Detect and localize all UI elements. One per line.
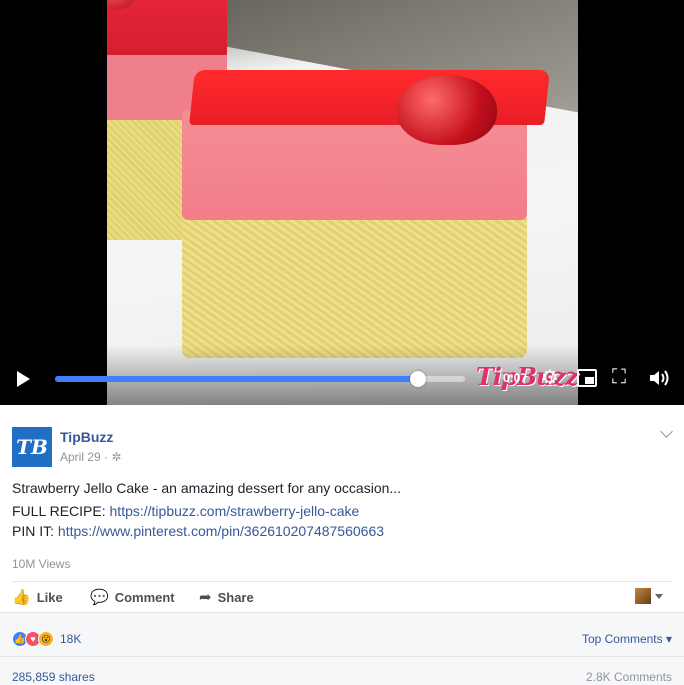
fullscreen-icon[interactable]: ⛶: [612, 367, 626, 387]
shares-count[interactable]: 285,859 shares: [12, 670, 95, 684]
progress-track[interactable]: [55, 371, 465, 387]
avatar[interactable]: TB: [12, 427, 52, 467]
views-count: 10M Views: [12, 557, 71, 571]
globe-icon: ✲: [111, 450, 122, 464]
wow-reaction-icon: 😮: [38, 631, 54, 647]
cake-slice-front: [182, 70, 552, 365]
current-time: 0:07: [503, 371, 528, 385]
thumbs-up-icon: 👍: [12, 589, 31, 606]
page-name-link[interactable]: TipBuzz: [60, 429, 113, 445]
share-arrow-icon: ➦: [199, 589, 212, 606]
comment-sort-dropdown[interactable]: Top Comments ▾: [582, 632, 672, 646]
recipe-link[interactable]: https://tipbuzz.com/strawberry-jello-cak…: [110, 503, 360, 519]
picture-in-picture-icon[interactable]: [577, 369, 597, 387]
chevron-down-icon[interactable]: [660, 425, 673, 438]
pin-line: PIN IT: https://www.pinterest.com/pin/36…: [12, 523, 385, 539]
video-controls: TipBuzz 0:07 ⚙ ⛶: [0, 355, 684, 403]
progress-handle[interactable]: [409, 371, 426, 387]
pinterest-link[interactable]: https://www.pinterest.com/pin/3626102074…: [58, 523, 384, 539]
comment-button[interactable]: 💬 Comment: [90, 588, 175, 606]
post-as-selector[interactable]: [635, 588, 663, 604]
comments-count[interactable]: 2.8K Comments: [586, 670, 672, 684]
play-icon[interactable]: [17, 371, 30, 387]
post-caption: Strawberry Jello Cake - an amazing desse…: [12, 480, 402, 496]
divider: [0, 656, 684, 657]
post-timestamp[interactable]: April 29 · ✲: [60, 450, 121, 464]
divider: [12, 581, 672, 582]
caret-down-icon: [655, 593, 663, 599]
share-button[interactable]: ➦ Share: [199, 588, 254, 606]
gear-icon[interactable]: ⚙: [541, 365, 559, 390]
like-button[interactable]: 👍 Like: [12, 588, 63, 606]
reactions-bar: 👍 ♥ 😮 18K Top Comments ▾ 285,859 shares …: [0, 612, 684, 685]
progress-fill: [55, 376, 418, 382]
volume-icon[interactable]: [648, 368, 670, 388]
post-card: TB TipBuzz April 29 · ✲ Strawberry Jello…: [0, 405, 684, 685]
strawberry: [397, 75, 497, 145]
avatar: [635, 588, 651, 604]
video-player[interactable]: TipBuzz 0:07 ⚙ ⛶: [0, 0, 684, 405]
reactions-summary[interactable]: 👍 ♥ 😮 18K: [12, 631, 81, 647]
reaction-count: 18K: [60, 632, 82, 646]
comment-icon: 💬: [90, 589, 109, 606]
recipe-line: FULL RECIPE: https://tipbuzz.com/strawbe…: [12, 503, 360, 519]
